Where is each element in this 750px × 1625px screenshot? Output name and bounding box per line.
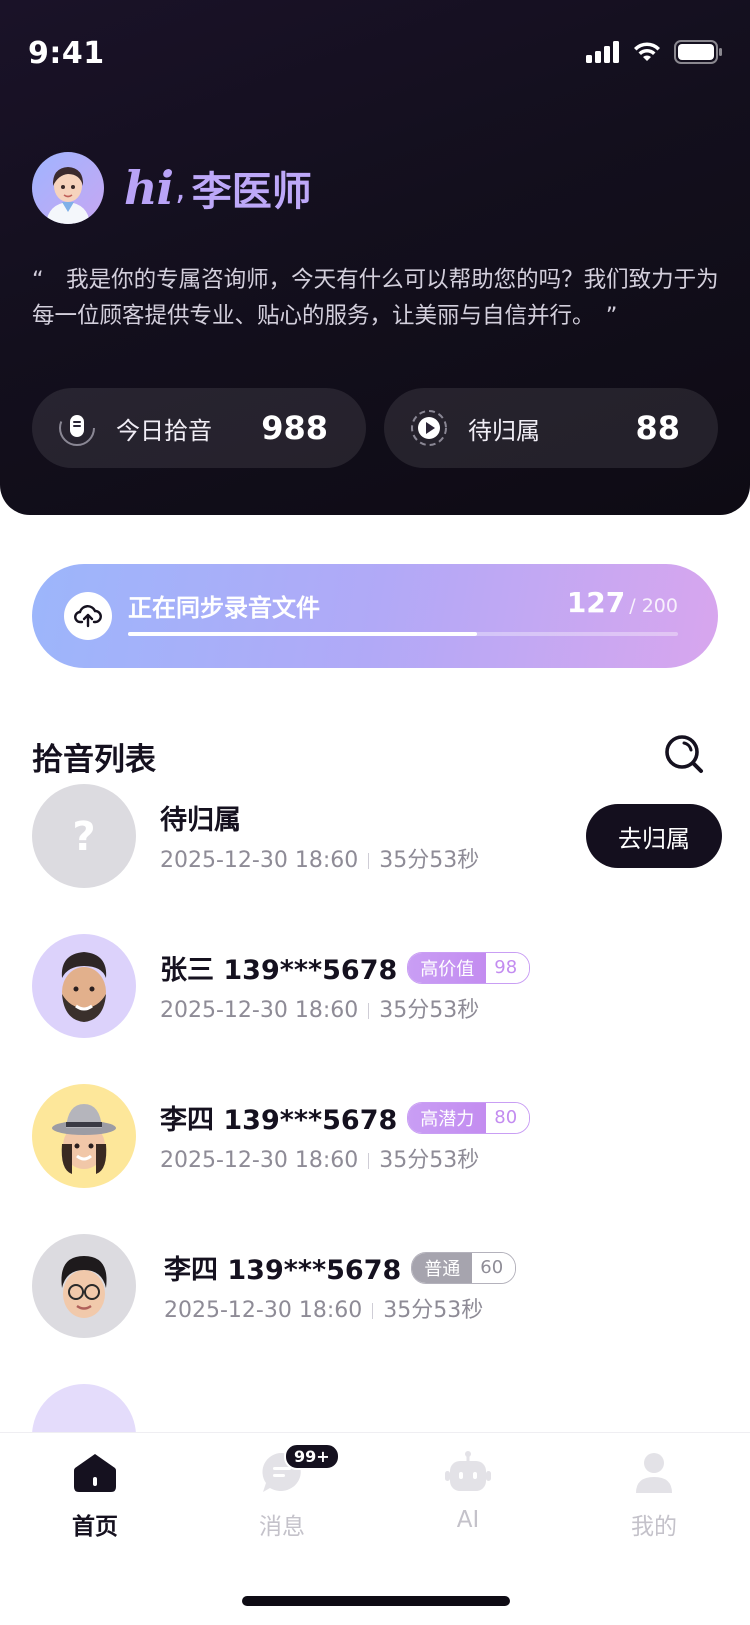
item-meta: 2025-12-30 18:60 35分53秒 <box>160 992 479 1024</box>
tab-label: 我的 <box>631 1514 677 1540</box>
item-date: 2025-12-30 18:60 <box>160 998 359 1023</box>
tag-label: 高价值 <box>408 952 487 983</box>
wifi-icon <box>634 42 660 61</box>
svg-text:?: ? <box>72 814 95 860</box>
item-meta: 2025-12-30 18:60 35分53秒 <box>164 1292 483 1324</box>
search-icon[interactable] <box>662 732 706 776</box>
tab-label: AI <box>456 1507 480 1533</box>
avatar-partial <box>32 1384 136 1432</box>
sync-progress-track <box>128 632 678 636</box>
greeting-hi: hi <box>124 161 174 215</box>
tag-score: 98 <box>486 952 530 983</box>
item-date: 2025-12-30 18:60 <box>160 1148 359 1173</box>
avatar <box>32 934 136 1038</box>
tab-home[interactable]: 首页 <box>35 1449 155 1549</box>
tab-messages[interactable]: 99+ 消息 <box>222 1443 342 1549</box>
question-mark-icon: ? <box>32 784 136 888</box>
item-duration: 35分53秒 <box>379 998 480 1023</box>
sync-total: / 200 <box>629 595 678 617</box>
avatar <box>32 1234 136 1338</box>
hat-woman-avatar-icon <box>32 1084 136 1188</box>
status-time: 9:41 <box>28 36 105 71</box>
list-item[interactable]: 李四 139***5678 高潜力 80 2025-12-30 18:60 35分… <box>32 1084 722 1188</box>
doctor-name: 李医师 <box>191 169 312 215</box>
message-badge: 99+ <box>284 1443 340 1470</box>
list-item[interactable]: ? 待归属 2025-12-30 18:60 35分53秒 去归属 <box>32 784 722 888</box>
item-name-text: 李四 139***5678 <box>164 1255 402 1286</box>
item-name-text: 张三 139***5678 <box>160 955 398 986</box>
status-bar: 9:41 <box>0 0 750 100</box>
list-item[interactable]: 李四 139***5678 普通 60 2025-12-30 18:60 35分5… <box>32 1234 722 1338</box>
value-tag: 高价值 98 <box>407 951 531 984</box>
stat-value: 988 <box>261 409 328 447</box>
header-panel: 9:41 hi , 李医师 “ 我是你的专属咨询师，今天有什么可以帮助您的吗？我… <box>0 0 750 515</box>
avatar <box>32 1084 136 1188</box>
home-indicator <box>242 1596 510 1606</box>
item-name-text: 李四 139***5678 <box>160 1105 398 1136</box>
bearded-man-avatar-icon <box>32 934 136 1038</box>
item-meta: 2025-12-30 18:60 35分53秒 <box>160 842 479 874</box>
tab-label: 首页 <box>72 1514 118 1540</box>
cellular-signal-icon <box>586 41 619 63</box>
tag-score: 60 <box>472 1252 516 1283</box>
item-name: 李四 139***5678 高潜力 80 <box>160 1098 531 1137</box>
cloud-upload-icon <box>64 592 112 640</box>
stat-today-recordings[interactable]: 今日拾音 988 <box>32 388 366 468</box>
robot-icon <box>445 1451 491 1491</box>
assign-button[interactable]: 去归属 <box>586 804 722 868</box>
item-duration: 35分53秒 <box>379 848 480 873</box>
tag-label: 高潜力 <box>408 1102 487 1133</box>
unknown-avatar: ? <box>32 784 136 888</box>
sync-current: 127 <box>566 586 626 619</box>
normal-tag: 普通 60 <box>411 1251 517 1284</box>
item-duration: 35分53秒 <box>379 1148 480 1173</box>
doctor-avatar[interactable] <box>32 152 104 224</box>
user-icon <box>636 1453 672 1493</box>
sync-progress-fill <box>128 632 478 636</box>
microphone-icon <box>59 410 95 446</box>
potential-tag: 高潜力 80 <box>407 1101 531 1134</box>
tab-label: 消息 <box>259 1514 305 1540</box>
item-name: 待归属 <box>160 805 241 836</box>
greeting-comma: , <box>174 168 186 208</box>
section-title: 拾音列表 <box>32 742 156 778</box>
item-duration: 35分53秒 <box>383 1298 484 1323</box>
home-icon <box>74 1454 116 1492</box>
intro-text: “ 我是你的专属咨询师，今天有什么可以帮助您的吗？我们致力于为每一位顾客提供专业… <box>32 267 719 329</box>
doctor-avatar-icon <box>32 152 104 224</box>
stat-pending-assign[interactable]: 待归属 88 <box>384 388 718 468</box>
item-date: 2025-12-30 18:60 <box>164 1298 363 1323</box>
list-item[interactable]: 张三 139***5678 高价值 98 2025-12-30 18:60 35分… <box>32 934 722 1038</box>
status-icons <box>586 40 722 64</box>
tab-profile[interactable]: 我的 <box>594 1449 714 1549</box>
item-meta: 2025-12-30 18:60 35分53秒 <box>160 1142 479 1174</box>
battery-icon <box>674 40 722 64</box>
stat-label: 待归属 <box>468 416 540 445</box>
stat-value: 88 <box>635 409 680 447</box>
tag-score: 80 <box>486 1102 530 1133</box>
play-circle-icon <box>411 410 447 446</box>
glasses-man-avatar-icon <box>32 1234 136 1338</box>
tag-label: 普通 <box>412 1252 473 1283</box>
sync-label: 正在同步录音文件 <box>128 594 320 622</box>
stat-label: 今日拾音 <box>116 416 212 445</box>
tab-ai[interactable]: AI <box>408 1449 528 1549</box>
item-name: 李四 139***5678 普通 60 <box>164 1248 517 1287</box>
item-name: 张三 139***5678 高价值 98 <box>160 948 531 987</box>
greeting: hi , 李医师 <box>32 152 312 224</box>
sync-progress-card[interactable]: 正在同步录音文件 127/ 200 <box>32 564 718 668</box>
sync-count: 127/ 200 <box>567 586 678 619</box>
item-date: 2025-12-30 18:60 <box>160 848 359 873</box>
